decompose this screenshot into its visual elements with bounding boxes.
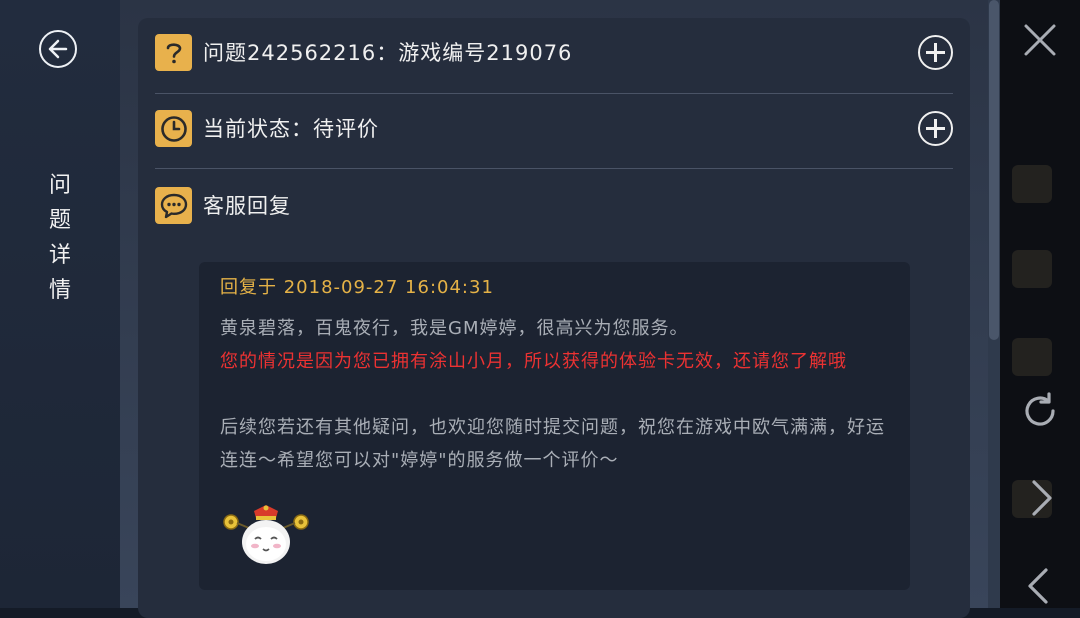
divider: [155, 168, 953, 169]
divider: [155, 93, 953, 94]
page-title-char: 详: [48, 243, 71, 268]
reply-timestamp: 回复于 2018-09-27 16:04:31: [220, 277, 494, 298]
background-game-icon: [1012, 165, 1052, 203]
chat-bubble-icon: [155, 187, 192, 224]
reply-explanation: 您的情况是因为您已拥有涂山小月，所以获得的体验卡无效，还请您了解哦: [220, 351, 847, 372]
background-game-icon: [1012, 338, 1052, 376]
page-title-char: 题: [48, 208, 71, 233]
background-game-icon: [1012, 250, 1052, 288]
close-icon[interactable]: [1022, 22, 1058, 58]
back-button[interactable]: [39, 30, 77, 68]
page-title: 问 题 详 情: [44, 168, 76, 308]
chevron-left-icon[interactable]: [1024, 566, 1052, 606]
question-row: 问题242562216：游戏编号219076: [155, 23, 955, 83]
status-row: 当前状态：待评价: [155, 99, 955, 159]
scrollbar-thumb[interactable]: [989, 0, 999, 340]
clock-icon: [155, 110, 192, 147]
refresh-icon[interactable]: [1019, 390, 1061, 432]
page-title-char: 问: [48, 173, 71, 198]
reply-message-card: 回复于 2018-09-27 16:04:31 黄泉碧落，百鬼夜行，我是GM婷婷…: [199, 262, 910, 590]
reply-section-header: 客服回复: [155, 176, 955, 236]
left-rail: 问 题 详 情: [0, 0, 120, 608]
reply-closing: 后续您若还有其他疑问，也欢迎您随时提交问题，祝您在游戏中欧气满满，好运连连～希望…: [220, 417, 885, 471]
arrow-left-icon: [48, 39, 68, 59]
reply-greeting: 黄泉碧落，百鬼夜行，我是GM婷婷，很高兴为您服务。: [220, 318, 689, 339]
question-mark-icon: [155, 34, 192, 71]
question-title: 问题242562216：游戏编号219076: [203, 41, 573, 65]
expand-status-button[interactable]: [918, 111, 953, 146]
expand-question-button[interactable]: [918, 35, 953, 70]
status-text: 当前状态：待评价: [203, 117, 379, 141]
mascot-sticker-icon: [223, 505, 309, 564]
reply-section-title: 客服回复: [203, 194, 291, 218]
page-title-char: 情: [48, 278, 71, 303]
chevron-right-icon[interactable]: [1028, 478, 1056, 518]
